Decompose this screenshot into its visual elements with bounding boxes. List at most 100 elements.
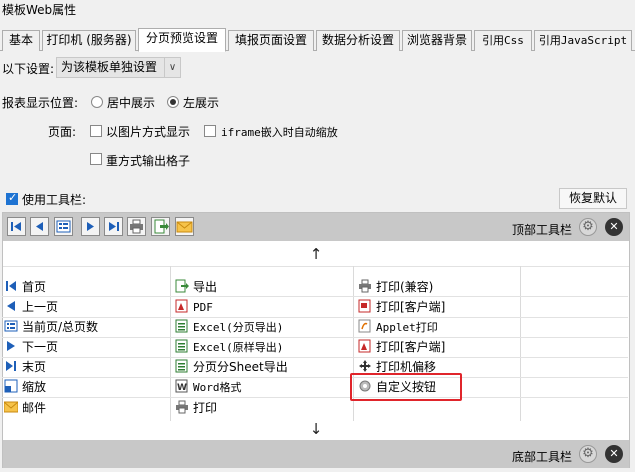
list-item-page-number[interactable]: 当前页/总页数 bbox=[4, 317, 98, 337]
list-item-sheet-export[interactable]: 分页分Sheet导出 bbox=[175, 357, 288, 377]
checkbox-output-grid[interactable] bbox=[90, 153, 102, 165]
list-item-label: 末页 bbox=[22, 360, 47, 374]
list-item-excel-paged[interactable]: Excel(分页导出) bbox=[175, 317, 283, 337]
list-item-label: 打印(兼容) bbox=[376, 280, 434, 294]
pdf-icon bbox=[175, 299, 189, 313]
tab-bar: 基本 打印机 (服务器) 分页预览设置 填报页面设置 数据分析设置 浏览器背景 … bbox=[0, 28, 635, 52]
top-toolbar-settings-icon[interactable]: ⚙ bbox=[579, 218, 597, 236]
list-item-excel-original[interactable]: Excel(原样导出) bbox=[175, 337, 283, 357]
checkbox-iframe-scale[interactable] bbox=[204, 125, 216, 137]
move-down-arrow-icon[interactable]: ↓ bbox=[3, 419, 629, 441]
list-item-print-client[interactable]: 打印[客户端] bbox=[358, 297, 445, 317]
page-number-icon[interactable] bbox=[54, 217, 73, 236]
pdf-icon bbox=[358, 339, 372, 353]
use-toolbar-label: 使用工具栏: bbox=[22, 193, 87, 207]
list-item-label: 缩放 bbox=[22, 380, 47, 394]
tab-page-preview[interactable]: 分页预览设置 bbox=[138, 28, 226, 52]
tab-fill-page[interactable]: 填报页面设置 bbox=[228, 30, 314, 51]
applet-print-icon bbox=[358, 319, 372, 333]
scope-select[interactable]: 为该模板单独设置 ∨ bbox=[56, 57, 181, 78]
divider bbox=[2, 397, 628, 398]
list-item-last-page[interactable]: 末页 bbox=[4, 357, 46, 377]
list-item-word[interactable]: W Word格式 bbox=[175, 377, 242, 397]
email-icon bbox=[3, 400, 19, 414]
bottom-toolbar-close-icon[interactable]: ✕ bbox=[605, 445, 623, 463]
excel-icon bbox=[175, 319, 189, 333]
email-icon[interactable] bbox=[175, 217, 194, 236]
tab-printer-server[interactable]: 打印机 (服务器) bbox=[42, 30, 136, 51]
move-up-arrow-icon[interactable]: ↑ bbox=[3, 244, 629, 266]
radio-left-label: 左展示 bbox=[183, 96, 220, 110]
list-item-print-compatible[interactable]: 打印(兼容) bbox=[358, 277, 433, 297]
prev-page-icon bbox=[4, 299, 18, 313]
toolbar-editor-panel: 顶部工具栏 ⚙ ✕ ↑ ↓ 底部工具栏 ⚙ ✕ bbox=[2, 212, 630, 468]
list-item-print-client-pdf[interactable]: 打印[客户端] bbox=[358, 337, 445, 357]
print-client-icon bbox=[358, 299, 372, 313]
svg-text:W: W bbox=[177, 383, 187, 393]
zoom-icon bbox=[4, 379, 18, 393]
list-item-print[interactable]: 打印 bbox=[175, 398, 217, 418]
list-item-label: 打印[客户端] bbox=[376, 300, 446, 314]
next-page-icon bbox=[4, 339, 18, 353]
list-item-first-page[interactable]: 首页 bbox=[4, 277, 46, 297]
checkbox-output-grid-label: 重方式输出格子 bbox=[106, 154, 191, 168]
list-item-label: Excel(分页导出) bbox=[193, 321, 284, 334]
list-item-label: 邮件 bbox=[22, 401, 47, 415]
list-item-label: Applet打印 bbox=[376, 321, 438, 334]
top-toolbar-strip: 顶部工具栏 ⚙ ✕ bbox=[3, 213, 629, 241]
top-toolbar-label: 顶部工具栏 bbox=[512, 223, 573, 237]
tab-javascript[interactable]: 引用JavaScript bbox=[534, 30, 632, 51]
page-label: 页面: bbox=[48, 125, 77, 139]
last-page-icon[interactable] bbox=[104, 217, 123, 236]
divider bbox=[3, 266, 629, 267]
restore-default-button[interactable]: 恢复默认 bbox=[559, 188, 627, 209]
divider bbox=[2, 357, 628, 358]
list-item-label: 当前页/总页数 bbox=[22, 320, 99, 334]
checkbox-iframe-scale-label: iframe嵌入时自动缩放 bbox=[221, 126, 338, 139]
list-item-label: 打印机偏移 bbox=[376, 360, 437, 374]
custom-button-highlight bbox=[350, 373, 462, 401]
radio-center-label: 居中展示 bbox=[107, 96, 156, 110]
list-item-prev-page[interactable]: 上一页 bbox=[4, 297, 58, 317]
list-item-next-page[interactable]: 下一页 bbox=[4, 337, 58, 357]
position-label: 报表显示位置: bbox=[2, 96, 79, 110]
first-page-icon bbox=[4, 279, 18, 293]
chevron-down-icon: ∨ bbox=[164, 58, 180, 77]
top-toolbar-close-icon[interactable]: ✕ bbox=[605, 218, 623, 236]
next-page-icon[interactable] bbox=[81, 217, 100, 236]
divider bbox=[2, 377, 628, 378]
tab-browser-bg[interactable]: 浏览器背景 bbox=[402, 30, 472, 51]
list-item-applet-print[interactable]: Applet打印 bbox=[358, 317, 438, 337]
radio-left[interactable] bbox=[167, 96, 179, 108]
checkbox-use-toolbar[interactable] bbox=[6, 191, 18, 205]
list-item-export[interactable]: 导出 bbox=[175, 277, 217, 297]
scope-label: 以下设置: bbox=[2, 62, 55, 76]
list-item-email[interactable]: 邮件 bbox=[3, 398, 47, 418]
tab-css[interactable]: 引用Css bbox=[474, 30, 532, 51]
export-icon[interactable] bbox=[151, 217, 170, 236]
print-icon[interactable] bbox=[127, 217, 146, 236]
radio-center[interactable] bbox=[91, 96, 103, 108]
print-icon bbox=[358, 279, 372, 293]
window-title: 模板Web属性 bbox=[0, 0, 635, 22]
checkbox-image-mode[interactable] bbox=[90, 125, 102, 137]
excel-icon bbox=[175, 359, 189, 373]
divider bbox=[2, 296, 628, 297]
list-item-label: PDF bbox=[193, 301, 213, 314]
list-item-label: Word格式 bbox=[193, 381, 242, 394]
list-item-label: 首页 bbox=[22, 280, 47, 294]
print-icon bbox=[175, 400, 189, 414]
tab-basic[interactable]: 基本 bbox=[2, 30, 40, 51]
list-item-label: 下一页 bbox=[22, 340, 59, 354]
page-number-icon bbox=[4, 319, 18, 333]
prev-page-icon[interactable] bbox=[30, 217, 49, 236]
scope-select-value: 为该模板单独设置 bbox=[61, 60, 158, 74]
word-icon: W bbox=[175, 379, 189, 393]
first-page-icon[interactable] bbox=[7, 217, 26, 236]
list-item-zoom[interactable]: 缩放 bbox=[4, 377, 46, 397]
move-icon bbox=[358, 359, 372, 373]
list-item-pdf[interactable]: PDF bbox=[175, 297, 213, 317]
divider bbox=[2, 337, 628, 338]
bottom-toolbar-settings-icon[interactable]: ⚙ bbox=[579, 445, 597, 463]
tab-data-analysis[interactable]: 数据分析设置 bbox=[316, 30, 400, 51]
